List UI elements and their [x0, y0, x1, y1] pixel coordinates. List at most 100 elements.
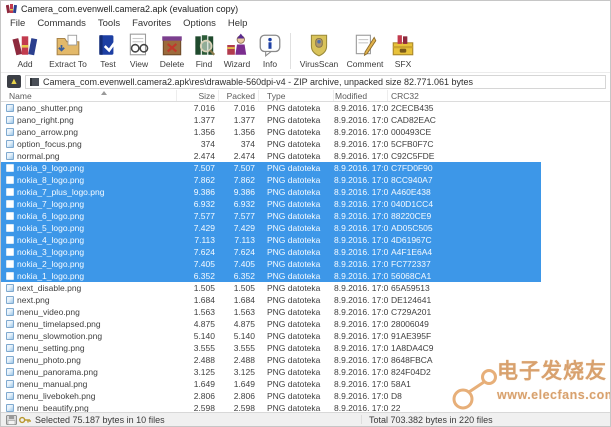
cell-name: nokia_4_logo.png: [17, 234, 177, 246]
table-row[interactable]: menu_livebokeh.png 2.806 2.806 PNG datot…: [1, 390, 541, 402]
table-row[interactable]: menu_slowmotion.png 5.140 5.140 PNG dato…: [1, 330, 541, 342]
table-row[interactable]: nokia_1_logo.png 6.352 6.352 PNG datotek…: [1, 270, 541, 282]
cell-name: menu_slowmotion.png: [17, 330, 177, 342]
cell-type: PNG datoteka: [259, 114, 334, 126]
cell-crc32: C729A201: [388, 306, 541, 318]
delete-button[interactable]: Delete: [155, 31, 189, 71]
cell-type: PNG datoteka: [259, 150, 334, 162]
table-row[interactable]: nokia_9_logo.png 7.507 7.507 PNG datotek…: [1, 162, 541, 174]
address-field[interactable]: Camera_com.evenwell.camera2.apk\res\draw…: [25, 75, 606, 89]
png-file-icon: [6, 248, 14, 256]
cell-type: PNG datoteka: [259, 234, 334, 246]
cell-name: next.png: [17, 294, 177, 306]
column-header-modified[interactable]: Modified: [334, 90, 388, 101]
cell-crc32: DE124641: [388, 294, 541, 306]
menu-favorites[interactable]: Favorites: [126, 18, 177, 29]
cell-crc32: 5CFB0F7C: [388, 138, 541, 150]
cell-name: nokia_6_logo.png: [17, 210, 177, 222]
png-file-icon: [6, 236, 14, 244]
cell-crc32: C7FD0F90: [388, 162, 541, 174]
table-row[interactable]: pano_right.png 1.377 1.377 PNG datoteka …: [1, 114, 541, 126]
table-row[interactable]: nokia_5_logo.png 7.429 7.429 PNG datotek…: [1, 222, 541, 234]
title-bar: Camera_com.evenwell.camera2.apk (evaluat…: [1, 1, 610, 16]
table-row[interactable]: pano_arrow.png 1.356 1.356 PNG datoteka …: [1, 126, 541, 138]
cell-size: 7.862: [177, 174, 219, 186]
column-header-crc32[interactable]: CRC32: [388, 90, 610, 101]
column-header-packed[interactable]: Packed: [219, 90, 259, 101]
table-row[interactable]: nokia_7_logo.png 6.932 6.932 PNG datotek…: [1, 198, 541, 210]
png-file-icon: [6, 140, 14, 148]
test-button[interactable]: Test: [93, 31, 123, 71]
cell-size: 6.932: [177, 198, 219, 210]
virusscan-label: VirusScan: [300, 59, 339, 69]
png-file-icon: [6, 260, 14, 268]
table-row[interactable]: menu_photo.png 2.488 2.488 PNG datoteka …: [1, 354, 541, 366]
png-file-icon: [6, 116, 14, 124]
sfx-archive-icon: [390, 32, 416, 58]
cell-name: menu_photo.png: [17, 354, 177, 366]
table-row[interactable]: nokia_6_logo.png 7.577 7.577 PNG datotek…: [1, 210, 541, 222]
cell-crc32: 824F04D2: [388, 366, 541, 378]
extract-to-label: Extract To: [49, 59, 87, 69]
view-label: View: [130, 59, 148, 69]
cell-size: 1.649: [177, 378, 219, 390]
table-row[interactable]: next.png 1.684 1.684 PNG datoteka 8.9.20…: [1, 294, 541, 306]
cell-modified: 8.9.2016. 17:08: [334, 270, 388, 282]
menu-tools[interactable]: Tools: [92, 18, 126, 29]
table-row[interactable]: nokia_7_plus_logo.png 9.386 9.386 PNG da…: [1, 186, 541, 198]
info-button[interactable]: Info: [255, 31, 285, 71]
cell-packed: 1.649: [219, 378, 259, 390]
cell-name: nokia_9_logo.png: [17, 162, 177, 174]
table-row[interactable]: menu_panorama.png 3.125 3.125 PNG datote…: [1, 366, 541, 378]
table-row[interactable]: option_focus.png 374 374 PNG datoteka 8.…: [1, 138, 541, 150]
table-row[interactable]: menu_setting.png 3.555 3.555 PNG datotek…: [1, 342, 541, 354]
cell-size: 1.377: [177, 114, 219, 126]
table-row[interactable]: next_disable.png 1.505 1.505 PNG datotek…: [1, 282, 541, 294]
table-row[interactable]: nokia_2_logo.png 7.405 7.405 PNG datotek…: [1, 258, 541, 270]
file-list: pano_shutter.png 7.016 7.016 PNG datotek…: [1, 102, 610, 414]
menu-commands[interactable]: Commands: [31, 18, 92, 29]
key-icon: [19, 415, 31, 425]
cell-modified: 8.9.2016. 17:08: [334, 342, 388, 354]
table-row[interactable]: pano_shutter.png 7.016 7.016 PNG datotek…: [1, 102, 541, 114]
winrar-window: Camera_com.evenwell.camera2.apk (evaluat…: [0, 0, 611, 427]
table-row[interactable]: nokia_4_logo.png 7.113 7.113 PNG datotek…: [1, 234, 541, 246]
cell-modified: 8.9.2016. 17:08: [334, 150, 388, 162]
find-button[interactable]: Find: [189, 31, 219, 71]
test-book-icon: [95, 32, 121, 58]
wizard-button[interactable]: Wizard: [219, 31, 255, 71]
cell-modified: 8.9.2016. 17:08: [334, 126, 388, 138]
menu-file[interactable]: File: [4, 18, 31, 29]
table-row[interactable]: normal.png 2.474 2.474 PNG datoteka 8.9.…: [1, 150, 541, 162]
column-header-size[interactable]: Size: [177, 90, 219, 101]
view-button[interactable]: View: [123, 31, 155, 71]
cell-packed: 2.488: [219, 354, 259, 366]
extract-to-button[interactable]: Extract To: [43, 31, 93, 71]
up-directory-button[interactable]: ▲: [7, 75, 21, 88]
cell-name: nokia_7_logo.png: [17, 198, 177, 210]
comment-button[interactable]: Comment: [342, 31, 388, 71]
menu-options[interactable]: Options: [177, 18, 222, 29]
column-header-name[interactable]: Name: [1, 90, 177, 101]
menu-help[interactable]: Help: [222, 18, 254, 29]
cell-type: PNG datoteka: [259, 342, 334, 354]
delete-box-icon: [159, 32, 185, 58]
status-bar: Selected 75.187 bytes in 10 files Total …: [1, 412, 610, 426]
sfx-button[interactable]: SFX: [388, 31, 418, 71]
column-header-type[interactable]: Type: [259, 90, 334, 101]
table-row[interactable]: nokia_3_logo.png 7.624 7.624 PNG datotek…: [1, 246, 541, 258]
cell-packed: 7.113: [219, 234, 259, 246]
cell-type: PNG datoteka: [259, 126, 334, 138]
cell-crc32: 8CC940A7: [388, 174, 541, 186]
table-row[interactable]: menu_manual.png 1.649 1.649 PNG datoteka…: [1, 378, 541, 390]
table-row[interactable]: menu_video.png 1.563 1.563 PNG datoteka …: [1, 306, 541, 318]
table-row[interactable]: menu_timelapsed.png 4.875 4.875 PNG dato…: [1, 318, 541, 330]
table-row[interactable]: nokia_8_logo.png 7.862 7.862 PNG datotek…: [1, 174, 541, 186]
add-button[interactable]: Add: [7, 31, 43, 71]
cell-packed: 6.932: [219, 198, 259, 210]
cell-crc32: A460E438: [388, 186, 541, 198]
cell-name: nokia_1_logo.png: [17, 270, 177, 282]
virusscan-button[interactable]: VirusScan: [296, 31, 342, 71]
cell-crc32: A4F1E6A4: [388, 246, 541, 258]
cell-name: normal.png: [17, 150, 177, 162]
